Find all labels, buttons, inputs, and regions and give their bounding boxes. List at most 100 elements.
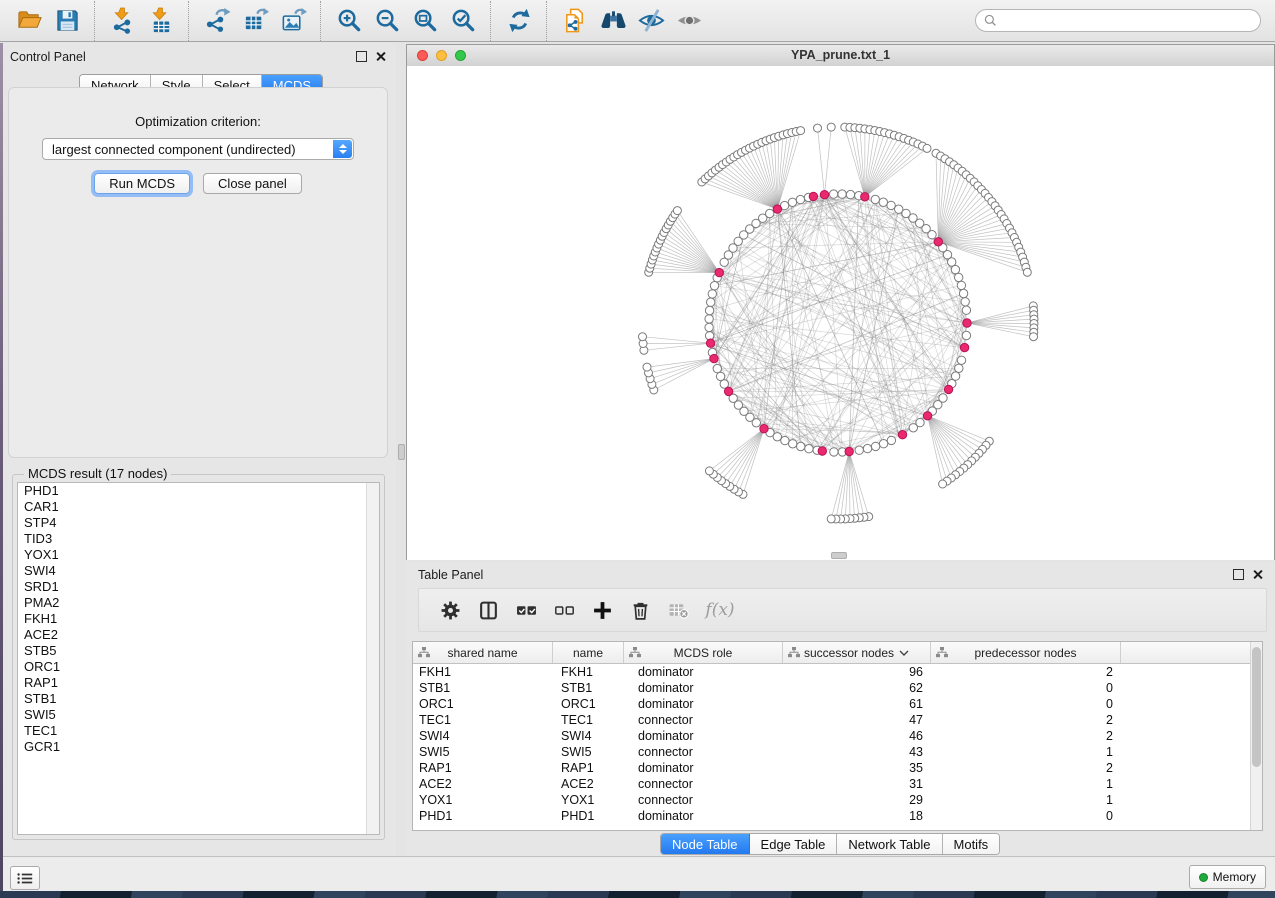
select-stepper-icon bbox=[333, 140, 352, 158]
mcds-result-item[interactable]: TID3 bbox=[18, 531, 379, 547]
mcds-result-item[interactable]: PMA2 bbox=[18, 595, 379, 611]
desktop-edge-strip bbox=[0, 43, 3, 891]
hide-selected-icon[interactable] bbox=[634, 4, 668, 38]
table-scrollbar-thumb[interactable] bbox=[1252, 647, 1261, 767]
clone-network-icon[interactable] bbox=[558, 4, 592, 38]
add-column-icon[interactable] bbox=[589, 597, 615, 623]
network-window-titlebar[interactable]: YPA_prune.txt_1 bbox=[407, 45, 1274, 67]
column-type-icon bbox=[629, 647, 641, 661]
search-box[interactable] bbox=[975, 9, 1261, 32]
mcds-result-item[interactable]: STP4 bbox=[18, 515, 379, 531]
cell-predecessor-nodes: 1 bbox=[931, 744, 1121, 760]
table-row[interactable]: TEC1TEC1connector472 bbox=[413, 712, 1262, 728]
close-table-panel-icon[interactable] bbox=[1252, 569, 1263, 580]
refresh-layout-icon[interactable] bbox=[502, 4, 536, 38]
table-row[interactable]: ORC1ORC1dominator610 bbox=[413, 696, 1262, 712]
column-header-name[interactable]: name bbox=[553, 642, 624, 663]
open-file-icon[interactable] bbox=[12, 4, 46, 38]
result-list-scrollbar[interactable] bbox=[366, 483, 379, 834]
mcds-result-item[interactable]: GCR1 bbox=[18, 739, 379, 755]
mcds-result-item[interactable]: YOX1 bbox=[18, 547, 379, 563]
tab-edge-table[interactable]: Edge Table bbox=[750, 834, 838, 854]
mcds-result-item[interactable]: PHD1 bbox=[18, 483, 379, 499]
save-session-icon[interactable] bbox=[50, 4, 84, 38]
close-panel-icon[interactable] bbox=[375, 51, 386, 62]
export-table-icon[interactable] bbox=[238, 4, 272, 38]
float-panel-icon[interactable] bbox=[356, 51, 367, 62]
column-visibility-icon[interactable] bbox=[475, 597, 501, 623]
mcds-result-item[interactable]: STB1 bbox=[18, 691, 379, 707]
table-row[interactable]: FKH1FKH1dominator962 bbox=[413, 664, 1262, 680]
delete-column-icon[interactable] bbox=[627, 597, 653, 623]
import-network-icon[interactable] bbox=[106, 4, 140, 38]
zoom-in-icon[interactable] bbox=[332, 4, 366, 38]
mcds-result-item[interactable]: TEC1 bbox=[18, 723, 379, 739]
cell-shared-name: FKH1 bbox=[413, 664, 553, 680]
table-scrollbar[interactable] bbox=[1250, 642, 1262, 830]
show-panels-button[interactable] bbox=[10, 866, 40, 890]
main-toolbar bbox=[0, 0, 1275, 42]
list-icon bbox=[17, 872, 33, 885]
delete-table-icon[interactable] bbox=[665, 597, 691, 623]
cell-shared-name: STB1 bbox=[413, 680, 553, 696]
table-row[interactable]: YOX1YOX1connector291 bbox=[413, 792, 1262, 808]
tab-motifs[interactable]: Motifs bbox=[943, 834, 1000, 854]
column-header-MCDS-role[interactable]: MCDS role bbox=[624, 642, 783, 663]
mcds-result-item[interactable]: ORC1 bbox=[18, 659, 379, 675]
cell-successor-nodes: 46 bbox=[783, 728, 931, 744]
table-settings-icon[interactable] bbox=[437, 597, 463, 623]
table-row[interactable]: RAP1RAP1dominator352 bbox=[413, 760, 1262, 776]
close-panel-button[interactable]: Close panel bbox=[203, 173, 302, 194]
run-mcds-button[interactable]: Run MCDS bbox=[94, 173, 190, 194]
column-header-shared-name[interactable]: shared name bbox=[413, 642, 553, 663]
sort-indicator-icon bbox=[899, 650, 909, 656]
table-row[interactable]: SWI5SWI5connector431 bbox=[413, 744, 1262, 760]
cell-name: FKH1 bbox=[553, 664, 624, 680]
column-header-predecessor-nodes[interactable]: predecessor nodes bbox=[931, 642, 1121, 663]
mcds-result-item[interactable]: SRD1 bbox=[18, 579, 379, 595]
network-view-window: YPA_prune.txt_1 bbox=[406, 44, 1275, 560]
vertical-splitter-handle[interactable] bbox=[398, 444, 405, 460]
cell-shared-name: SWI4 bbox=[413, 728, 553, 744]
cell-shared-name: PHD1 bbox=[413, 808, 553, 824]
float-table-panel-icon[interactable] bbox=[1233, 569, 1244, 580]
zoom-selected-icon[interactable] bbox=[446, 4, 480, 38]
horizontal-splitter-handle[interactable] bbox=[831, 552, 847, 559]
search-network-icon[interactable] bbox=[596, 4, 630, 38]
table-row[interactable]: STB1STB1dominator620 bbox=[413, 680, 1262, 696]
function-builder-icon[interactable]: f(x) bbox=[703, 597, 737, 623]
export-image-icon[interactable] bbox=[276, 4, 310, 38]
table-row[interactable]: SWI4SWI4dominator462 bbox=[413, 728, 1262, 744]
zoom-out-icon[interactable] bbox=[370, 4, 404, 38]
criterion-select[interactable]: largest connected component (undirected) bbox=[42, 138, 354, 160]
mcds-result-item[interactable]: SWI4 bbox=[18, 563, 379, 579]
mcds-result-item[interactable]: CAR1 bbox=[18, 499, 379, 515]
memory-status-icon bbox=[1199, 873, 1208, 882]
mcds-result-list[interactable]: PHD1CAR1STP4TID3YOX1SWI4SRD1PMA2FKH1ACE2… bbox=[17, 482, 380, 835]
deselect-all-rows-icon[interactable] bbox=[551, 597, 577, 623]
mcds-result-item[interactable]: ACE2 bbox=[18, 627, 379, 643]
mcds-result-item[interactable]: SWI5 bbox=[18, 707, 379, 723]
table-row[interactable]: ACE2ACE2connector311 bbox=[413, 776, 1262, 792]
show-all-icon[interactable] bbox=[672, 4, 706, 38]
cell-MCDS-role: connector bbox=[624, 792, 783, 808]
network-canvas[interactable] bbox=[407, 66, 1274, 560]
memory-button[interactable]: Memory bbox=[1189, 865, 1266, 889]
cell-successor-nodes: 18 bbox=[783, 808, 931, 824]
tab-node-table[interactable]: Node Table bbox=[661, 834, 750, 854]
column-type-icon bbox=[936, 647, 948, 661]
search-input[interactable] bbox=[1002, 13, 1260, 29]
mcds-result-item[interactable]: RAP1 bbox=[18, 675, 379, 691]
mcds-result-item[interactable]: STB5 bbox=[18, 643, 379, 659]
mcds-result-item[interactable]: FKH1 bbox=[18, 611, 379, 627]
select-all-rows-icon[interactable] bbox=[513, 597, 539, 623]
desktop-wallpaper bbox=[0, 891, 1275, 898]
tab-network-table[interactable]: Network Table bbox=[837, 834, 942, 854]
memory-label: Memory bbox=[1213, 870, 1256, 884]
cell-shared-name: RAP1 bbox=[413, 760, 553, 776]
zoom-fit-icon[interactable] bbox=[408, 4, 442, 38]
column-header-successor-nodes[interactable]: successor nodes bbox=[783, 642, 931, 663]
table-row[interactable]: PHD1PHD1dominator180 bbox=[413, 808, 1262, 824]
export-network-icon[interactable] bbox=[200, 4, 234, 38]
import-table-icon[interactable] bbox=[144, 4, 178, 38]
